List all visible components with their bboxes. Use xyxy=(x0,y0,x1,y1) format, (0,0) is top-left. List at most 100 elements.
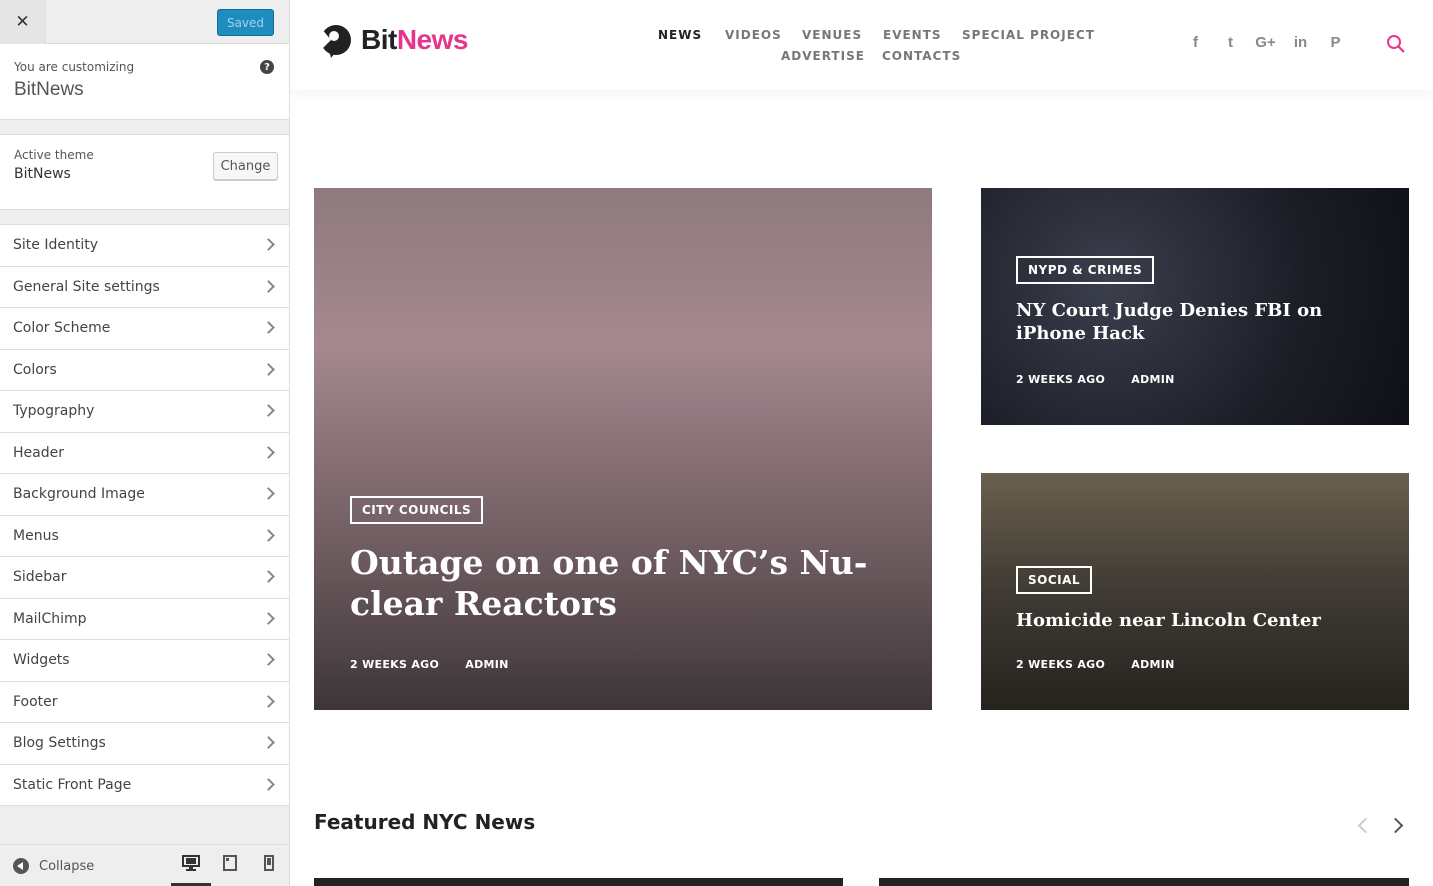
logo-text: BitNews xyxy=(361,24,468,56)
customizer-footer: Collapse xyxy=(0,844,289,886)
section-label: Color Scheme xyxy=(13,320,111,337)
site-logo[interactable]: BitNews xyxy=(315,20,468,60)
close-icon: ✕ xyxy=(15,12,30,32)
nav-contacts[interactable]: CONTACTS xyxy=(882,49,961,63)
site-title: BitNews xyxy=(14,79,84,100)
chevron-right-icon xyxy=(262,694,275,708)
chevron-right-icon xyxy=(262,528,275,542)
customizer-sidebar: ✕ Saved You are customizing BitNews ? Ac… xyxy=(0,0,290,886)
post-date: 2 WEEKS AGO xyxy=(350,658,440,671)
pinterest-icon[interactable]: P xyxy=(1318,34,1353,51)
chevron-right-icon xyxy=(262,611,275,625)
linkedin-icon[interactable]: in xyxy=(1283,34,1318,51)
featured-post-side-a[interactable]: NYPD & CRIMES NY Court Judge Denies FBI … xyxy=(981,188,1409,425)
post-category[interactable]: CITY COUNCILS xyxy=(350,496,484,524)
social-links: f t G+ in P xyxy=(1178,34,1353,51)
post-meta: 2 WEEKS AGO ADMIN xyxy=(350,658,531,671)
logo-bit: Bit xyxy=(361,24,397,55)
search-icon xyxy=(1387,35,1405,53)
chevron-right-icon xyxy=(262,736,275,750)
customizer-header: ✕ Saved xyxy=(0,0,289,44)
section-site-identity[interactable]: Site Identity xyxy=(0,225,289,267)
tablet-icon xyxy=(223,855,237,871)
nav-videos[interactable]: VIDEOS xyxy=(725,28,782,42)
section-static-front-page[interactable]: Static Front Page xyxy=(0,765,289,806)
section-label: Site Identity xyxy=(13,237,98,254)
logo-news: News xyxy=(396,24,469,55)
section-blog-settings[interactable]: Blog Settings xyxy=(0,723,289,765)
section-label: Static Front Page xyxy=(13,776,132,793)
post-author[interactable]: ADMIN xyxy=(1131,373,1174,386)
post-date: 2 WEEKS AGO xyxy=(1016,373,1106,386)
section-label: Sidebar xyxy=(13,569,67,586)
customizing-label: You are customizing xyxy=(14,60,135,74)
post-author[interactable]: ADMIN xyxy=(1131,658,1174,671)
featured-thumb[interactable] xyxy=(879,878,1409,886)
desktop-icon xyxy=(182,855,200,871)
section-menus[interactable]: Menus xyxy=(0,516,289,557)
post-title[interactable]: NY Court Judge Denies FBI on iPhone Hack xyxy=(1016,300,1356,345)
google-plus-icon[interactable]: G+ xyxy=(1248,34,1283,51)
help-icon[interactable]: ? xyxy=(260,60,274,74)
active-theme-panel: Active theme BitNews Change xyxy=(0,134,289,210)
section-label: Menus xyxy=(13,527,59,544)
section-footer[interactable]: Footer xyxy=(0,682,289,723)
chevron-right-icon xyxy=(262,404,275,418)
section-typography[interactable]: Typography xyxy=(0,391,289,433)
logo-icon xyxy=(321,25,351,58)
search-button[interactable] xyxy=(1386,34,1406,58)
post-author[interactable]: ADMIN xyxy=(465,658,508,671)
post-category[interactable]: NYPD & CRIMES xyxy=(1016,256,1155,284)
section-mailchimp[interactable]: MailChimp xyxy=(0,599,289,640)
section-color-scheme[interactable]: Color Scheme xyxy=(0,308,289,350)
post-title[interactable]: Outage on one of NYC’s Nu-clear Reactors xyxy=(350,542,890,625)
nav-special-project[interactable]: SPECIAL PROJECT xyxy=(962,28,1095,42)
section-label: Blog Settings xyxy=(13,735,106,752)
chevron-right-icon[interactable] xyxy=(1382,815,1416,837)
section-sidebar[interactable]: Sidebar xyxy=(0,557,289,599)
chevron-left-icon[interactable] xyxy=(1348,815,1382,837)
nav-news[interactable]: NEWS xyxy=(658,28,702,42)
section-background-image[interactable]: Background Image xyxy=(0,474,289,516)
site-preview: BitNews NEWS VIDEOS VENUES EVENTS SPECIA… xyxy=(290,0,1433,886)
chevron-right-icon xyxy=(262,653,275,667)
post-category[interactable]: SOCIAL xyxy=(1016,566,1093,594)
featured-section-title: Featured NYC News xyxy=(314,810,536,834)
tablet-preview-button[interactable] xyxy=(210,855,250,886)
facebook-icon[interactable]: f xyxy=(1178,34,1213,51)
close-button[interactable]: ✕ xyxy=(0,0,46,44)
featured-post-side-b[interactable]: SOCIAL Homicide near Lincoln Center 2 WE… xyxy=(981,473,1409,710)
section-label: Background Image xyxy=(13,486,145,503)
chevron-right-icon xyxy=(262,279,275,293)
nav-events[interactable]: EVENTS xyxy=(883,28,942,42)
collapse-label: Collapse xyxy=(39,858,95,874)
post-title[interactable]: Homicide near Lincoln Center xyxy=(1016,610,1396,633)
chevron-right-icon xyxy=(262,321,275,335)
desktop-preview-button[interactable] xyxy=(171,855,211,886)
section-label: MailChimp xyxy=(13,610,87,627)
post-date: 2 WEEKS AGO xyxy=(1016,658,1106,671)
post-meta: 2 WEEKS AGO ADMIN xyxy=(1016,658,1197,671)
post-meta: 2 WEEKS AGO ADMIN xyxy=(1016,373,1197,386)
twitter-icon[interactable]: t xyxy=(1213,34,1248,51)
section-widgets[interactable]: Widgets xyxy=(0,640,289,682)
collapse-icon xyxy=(13,858,29,874)
nav-venues[interactable]: VENUES xyxy=(802,28,862,42)
mobile-icon xyxy=(264,855,274,871)
collapse-button[interactable]: Collapse xyxy=(13,858,94,874)
chevron-right-icon xyxy=(262,570,275,584)
chevron-right-icon xyxy=(262,777,275,791)
section-general-site-settings[interactable]: General Site settings xyxy=(0,267,289,308)
featured-thumb[interactable] xyxy=(314,878,843,886)
chevron-right-icon xyxy=(262,362,275,376)
saved-button[interactable]: Saved xyxy=(217,9,274,36)
featured-post-main[interactable]: CITY COUNCILS Outage on one of NYC’s Nu-… xyxy=(314,188,932,710)
change-theme-button[interactable]: Change xyxy=(213,152,278,180)
section-label: Footer xyxy=(13,693,58,710)
section-header[interactable]: Header xyxy=(0,433,289,474)
section-label: Widgets xyxy=(13,652,70,669)
section-colors[interactable]: Colors xyxy=(0,350,289,391)
chevron-right-icon xyxy=(262,487,275,501)
nav-advertise[interactable]: ADVERTISE xyxy=(781,49,865,63)
mobile-preview-button[interactable] xyxy=(249,855,289,886)
